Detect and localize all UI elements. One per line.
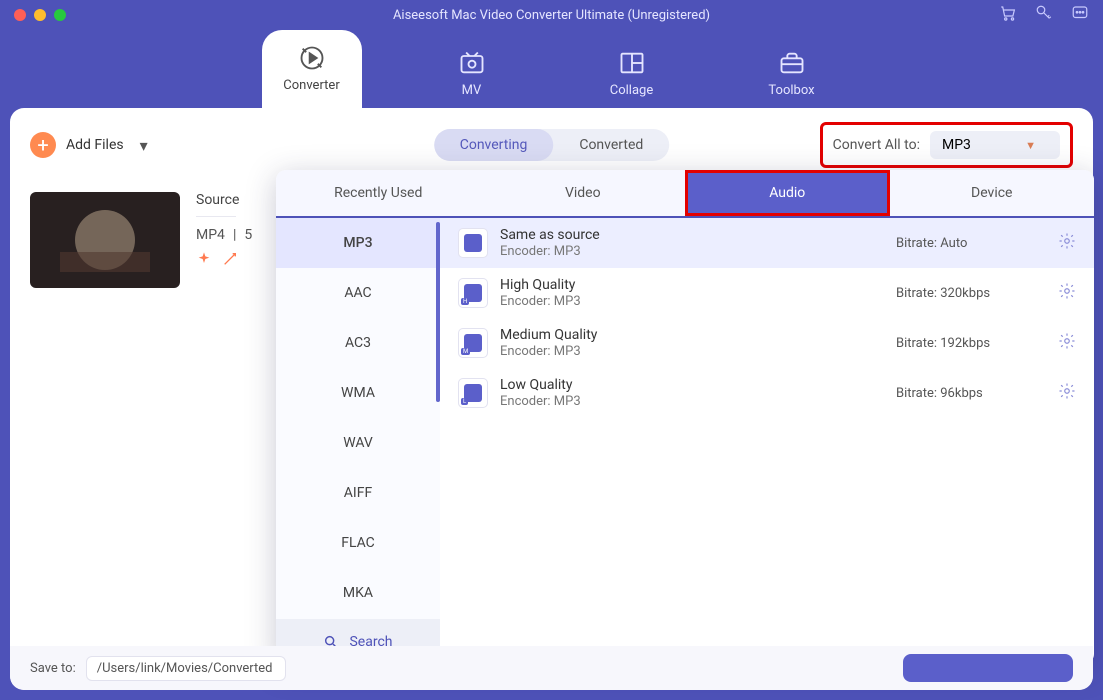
chevron-down-icon[interactable]: ▾ xyxy=(140,136,148,155)
file-format: MP4 xyxy=(196,227,225,243)
quality-bitrate: Bitrate: Auto xyxy=(896,236,1046,251)
caret-down-icon: ▼ xyxy=(1025,139,1036,152)
quality-icon: L xyxy=(458,378,488,408)
add-files-label: Add Files xyxy=(66,137,124,153)
quality-encoder: Encoder: MP3 xyxy=(500,294,884,309)
nav-converter[interactable]: Converter xyxy=(262,30,362,108)
format-flac[interactable]: FLAC xyxy=(276,518,440,568)
minimize-window[interactable] xyxy=(34,9,46,21)
gear-icon[interactable] xyxy=(1058,232,1076,254)
tab-converting[interactable]: Converting xyxy=(434,129,554,161)
file-sep: | xyxy=(233,227,236,243)
tab-audio[interactable]: Audio xyxy=(685,170,890,216)
convert-all-button[interactable] xyxy=(903,654,1073,682)
quality-encoder: Encoder: MP3 xyxy=(500,244,884,259)
format-list: MP3 AAC AC3 WMA WAV AIFF FLAC MKA Search xyxy=(276,218,440,664)
titlebar: Aiseesoft Mac Video Converter Ultimate (… xyxy=(0,0,1103,30)
format-dropdown: Recently Used Video Audio Device MP3 AAC… xyxy=(276,170,1094,664)
convert-all-label: Convert All to: xyxy=(833,137,920,153)
nav-collage-label: Collage xyxy=(610,83,653,98)
key-icon[interactable] xyxy=(1035,4,1053,26)
nav-mv[interactable]: MV xyxy=(422,49,522,108)
maximize-window[interactable] xyxy=(54,9,66,21)
format-wma[interactable]: WMA xyxy=(276,368,440,418)
effect-wand-icon[interactable] xyxy=(222,251,238,271)
quality-encoder: Encoder: MP3 xyxy=(500,394,884,409)
quality-row[interactable]: H High Quality Encoder: MP3 Bitrate: 320… xyxy=(440,268,1094,318)
format-wav[interactable]: WAV xyxy=(276,418,440,468)
tab-converted[interactable]: Converted xyxy=(553,129,669,161)
tab-recently-used[interactable]: Recently Used xyxy=(276,170,481,216)
divider xyxy=(196,216,236,217)
quality-title: High Quality xyxy=(500,277,884,293)
convert-all-dropdown[interactable]: MP3 ▼ xyxy=(930,131,1060,159)
quality-icon xyxy=(458,228,488,258)
add-files-button[interactable]: + Add Files ▾ xyxy=(30,132,148,158)
quality-bitrate: Bitrate: 320kbps xyxy=(896,286,1046,301)
quality-list: Same as source Encoder: MP3 Bitrate: Aut… xyxy=(440,218,1094,664)
close-window[interactable] xyxy=(14,9,26,21)
video-thumbnail[interactable] xyxy=(30,192,180,288)
workspace: + Add Files ▾ Converting Converted Conve… xyxy=(10,108,1093,690)
file-extra: 5 xyxy=(244,227,252,243)
footer: Save to: /Users/link/Movies/Converted xyxy=(10,646,1093,690)
quality-icon: M xyxy=(458,328,488,358)
cart-icon[interactable] xyxy=(999,4,1017,26)
quality-title: Low Quality xyxy=(500,377,884,393)
scrollbar[interactable] xyxy=(436,222,440,402)
convert-all-group: Convert All to: MP3 ▼ xyxy=(820,122,1073,168)
nav-toolbox[interactable]: Toolbox xyxy=(742,49,842,108)
window-controls xyxy=(14,9,66,21)
plus-icon: + xyxy=(30,132,56,158)
tab-video[interactable]: Video xyxy=(481,170,686,216)
quality-title: Same as source xyxy=(500,227,884,243)
quality-title: Medium Quality xyxy=(500,327,884,343)
gear-icon[interactable] xyxy=(1058,282,1076,304)
window-title: Aiseesoft Mac Video Converter Ultimate (… xyxy=(393,8,710,23)
save-to-label: Save to: xyxy=(30,661,76,676)
quality-row[interactable]: L Low Quality Encoder: MP3 Bitrate: 96kb… xyxy=(440,368,1094,418)
quality-icon: H xyxy=(458,278,488,308)
quality-bitrate: Bitrate: 96kbps xyxy=(896,386,1046,401)
quality-bitrate: Bitrate: 192kbps xyxy=(896,336,1046,351)
gear-icon[interactable] xyxy=(1058,332,1076,354)
gear-icon[interactable] xyxy=(1058,382,1076,404)
nav-toolbox-label: Toolbox xyxy=(768,83,814,98)
format-mka[interactable]: MKA xyxy=(276,568,440,618)
nav-converter-label: Converter xyxy=(283,78,339,93)
status-segmented: Converting Converted xyxy=(434,129,670,161)
format-ac3[interactable]: AC3 xyxy=(276,318,440,368)
save-to-path[interactable]: /Users/link/Movies/Converted xyxy=(86,656,286,681)
feedback-icon[interactable] xyxy=(1071,4,1089,26)
quality-row[interactable]: Same as source Encoder: MP3 Bitrate: Aut… xyxy=(440,218,1094,268)
quality-row[interactable]: M Medium Quality Encoder: MP3 Bitrate: 1… xyxy=(440,318,1094,368)
format-aiff[interactable]: AIFF xyxy=(276,468,440,518)
source-label: Source xyxy=(196,192,252,208)
nav-mv-label: MV xyxy=(462,83,482,98)
quality-encoder: Encoder: MP3 xyxy=(500,344,884,359)
effect-sparkle-icon[interactable] xyxy=(196,251,212,271)
format-category-tabs: Recently Used Video Audio Device xyxy=(276,170,1094,218)
convert-all-value: MP3 xyxy=(942,137,971,153)
nav-collage[interactable]: Collage xyxy=(582,49,682,108)
format-aac[interactable]: AAC xyxy=(276,268,440,318)
format-mp3[interactable]: MP3 xyxy=(276,218,440,268)
tab-device[interactable]: Device xyxy=(890,170,1095,216)
main-nav: Converter MV Collage Toolbox xyxy=(0,30,1103,108)
